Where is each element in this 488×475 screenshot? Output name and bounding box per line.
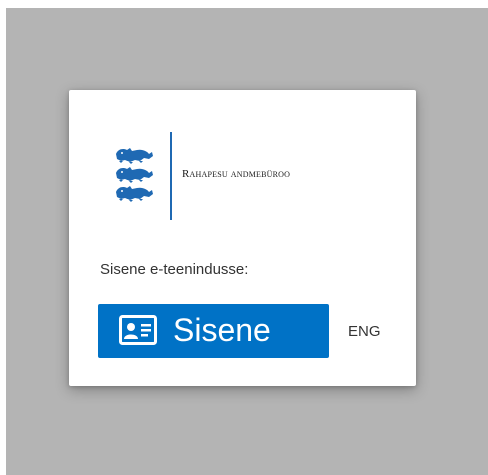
agency-name: Rahapesu andmebüroo — [182, 168, 291, 180]
coat-of-arms-icon — [116, 148, 153, 202]
id-card-icon — [119, 315, 157, 345]
login-button-label: Sisene — [173, 312, 271, 348]
language-switch-link[interactable]: ENG — [348, 323, 381, 340]
login-card: Rahapesu andmebüroo Sisene e-teenindusse… — [69, 90, 416, 386]
login-prompt: Sisene e-teenindusse: — [100, 261, 249, 278]
login-button[interactable]: Sisene — [98, 304, 329, 358]
logo-divider — [170, 132, 172, 220]
agency-logo: Rahapesu andmebüroo — [113, 132, 363, 222]
